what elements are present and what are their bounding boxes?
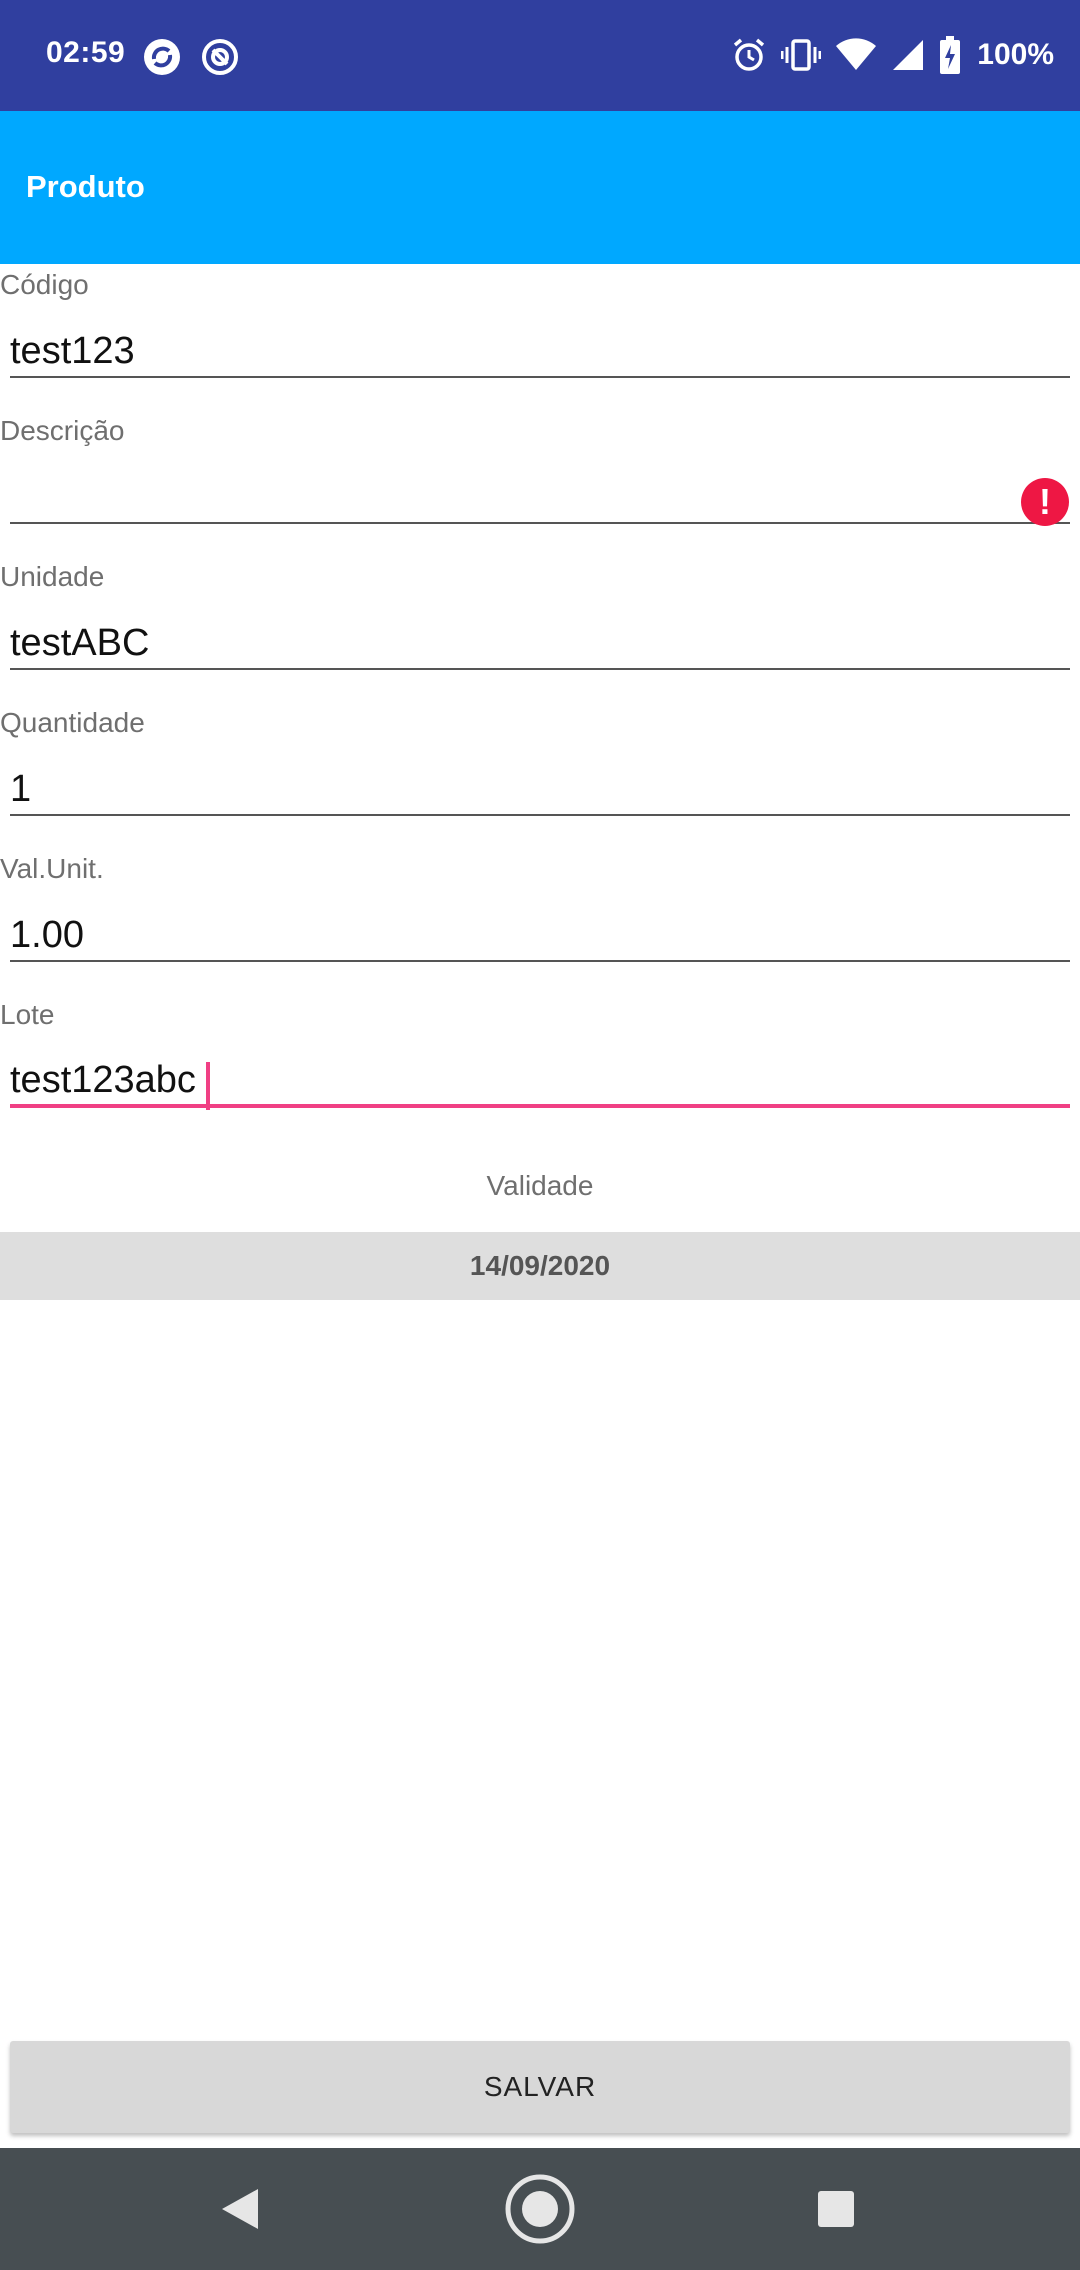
vibrate-icon: [781, 37, 822, 73]
quantidade-label: Quantidade: [0, 707, 145, 738]
app-badge-icon: [200, 37, 240, 77]
status-left-icons: [142, 37, 240, 77]
unidade-label: Unidade: [0, 561, 105, 592]
descricao-field-group: Descrição: [0, 410, 1080, 556]
valor-unit-field-group: Val.Unit.: [0, 848, 1080, 994]
error-icon[interactable]: !: [1021, 478, 1069, 526]
descricao-label: Descrição: [0, 415, 125, 446]
valor-unit-input[interactable]: [10, 910, 1070, 962]
battery-percentage: 100%: [977, 38, 1054, 71]
alarm-icon: [731, 37, 767, 73]
codigo-input[interactable]: [10, 326, 1070, 378]
recents-icon: [818, 2191, 854, 2227]
unidade-field-group: Unidade: [0, 556, 1080, 702]
sync-app-icon: [142, 37, 182, 77]
validade-label: Validade: [486, 1170, 594, 1201]
status-time: 02:59: [46, 36, 126, 69]
validade-date-button[interactable]: 14/09/2020: [0, 1232, 1080, 1300]
valor-unit-label: Val.Unit.: [0, 853, 104, 884]
lote-label: Lote: [0, 999, 55, 1030]
codigo-label: Código: [0, 269, 89, 300]
back-button[interactable]: [160, 2148, 320, 2270]
status-bar: 02:59 100%: [0, 0, 1080, 111]
back-icon: [222, 2189, 258, 2229]
home-icon: [505, 2174, 575, 2244]
text-caret: [206, 1062, 210, 1110]
status-right-icons: 100%: [731, 36, 1054, 74]
wifi-icon: [835, 38, 877, 72]
lote-field-group: Lote: [0, 994, 1080, 1140]
home-button[interactable]: [460, 2148, 620, 2270]
signal-icon: [891, 38, 925, 72]
battery-charging-icon: [939, 36, 961, 74]
unidade-input[interactable]: [10, 618, 1070, 670]
recents-button[interactable]: [756, 2148, 916, 2270]
descricao-input[interactable]: [10, 472, 1070, 524]
navigation-bar: [0, 2148, 1080, 2270]
lote-input[interactable]: [10, 1056, 1070, 1108]
codigo-field-group: Código: [0, 264, 1080, 410]
quantidade-input[interactable]: [10, 764, 1070, 816]
product-form: Código Descrição Unidade Quantidade Val.…: [0, 264, 1080, 1140]
quantidade-field-group: Quantidade: [0, 702, 1080, 848]
app-bar: Produto: [0, 111, 1080, 264]
save-button[interactable]: SALVAR: [10, 2041, 1070, 2133]
page-title: Produto: [26, 169, 145, 204]
